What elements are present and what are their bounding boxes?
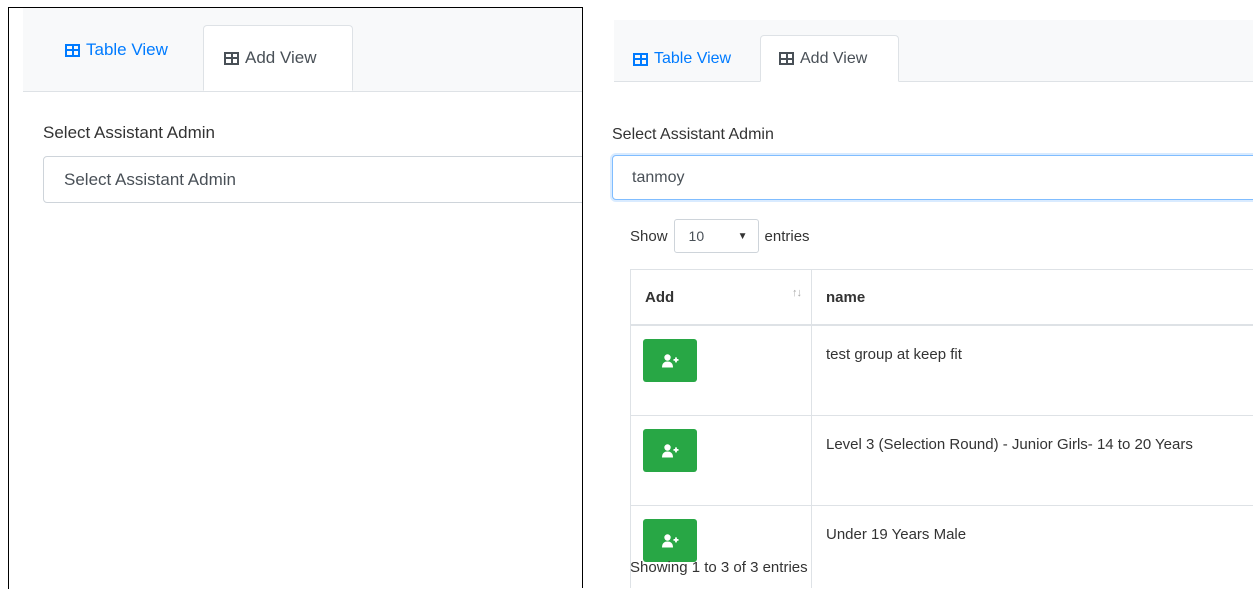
- length-value: 10: [689, 228, 705, 244]
- name-cell: test group at keep fit: [812, 325, 1253, 416]
- tab-table-view[interactable]: Table View: [633, 50, 731, 68]
- add-user-button[interactable]: [643, 339, 697, 382]
- user-plus-icon: [662, 444, 679, 458]
- column-header-add[interactable]: Add ↑↓: [631, 270, 812, 326]
- tab-bar: Table View Add View: [614, 20, 1253, 82]
- assistant-admin-select[interactable]: tanmoy: [612, 155, 1253, 200]
- assistant-admin-select[interactable]: Select Assistant Admin: [43, 156, 583, 203]
- table-icon: [65, 44, 80, 57]
- tab-table-view[interactable]: Table View: [65, 40, 168, 60]
- user-plus-icon: [662, 354, 679, 368]
- table-info: Showing 1 to 3 of 3 entries: [630, 559, 808, 576]
- select-value: Select Assistant Admin: [64, 170, 236, 190]
- tab-add-view[interactable]: Add View: [760, 35, 899, 82]
- add-cell: [631, 325, 812, 416]
- entries-length: Show 10 ▼ entries: [630, 219, 810, 253]
- tab-add-view[interactable]: Add View: [203, 25, 353, 91]
- right-panel: Table View Add View Select Assistant Adm…: [595, 20, 1253, 588]
- add-cell: [631, 416, 812, 506]
- user-plus-icon: [662, 534, 679, 548]
- tab-label: Add View: [245, 48, 317, 68]
- left-panel: Table View Add View Select Assistant Adm…: [8, 7, 583, 589]
- length-prefix: Show: [630, 228, 668, 245]
- table-icon: [224, 52, 239, 65]
- tab-label: Table View: [654, 50, 731, 68]
- name-cell: Level 3 (Selection Round) - Junior Girls…: [812, 416, 1253, 506]
- tab-label: Table View: [86, 40, 168, 60]
- panel-divider: [582, 7, 583, 588]
- name-cell: Under 19 Years Male: [812, 506, 1253, 589]
- table-icon: [633, 53, 648, 66]
- tab-bar: Table View Add View: [23, 8, 583, 92]
- table-header-row: Add ↑↓ name: [631, 270, 1253, 326]
- tab-label: Add View: [800, 50, 867, 68]
- data-table: Add ↑↓ name: [630, 269, 1253, 588]
- field-label: Select Assistant Admin: [43, 123, 215, 143]
- table-row: Level 3 (Selection Round) - Junior Girls…: [631, 416, 1253, 506]
- add-user-button[interactable]: [643, 519, 697, 562]
- field-label: Select Assistant Admin: [612, 126, 774, 144]
- column-header-name[interactable]: name: [812, 270, 1253, 326]
- add-user-button[interactable]: [643, 429, 697, 472]
- caret-down-icon: ▼: [738, 231, 748, 242]
- sort-icon: ↑↓: [792, 287, 801, 299]
- table-row: test group at keep fit: [631, 325, 1253, 416]
- select-value: tanmoy: [632, 169, 684, 187]
- length-suffix: entries: [765, 228, 810, 245]
- table-icon: [779, 52, 794, 65]
- entries-length-select[interactable]: 10 ▼: [674, 219, 759, 253]
